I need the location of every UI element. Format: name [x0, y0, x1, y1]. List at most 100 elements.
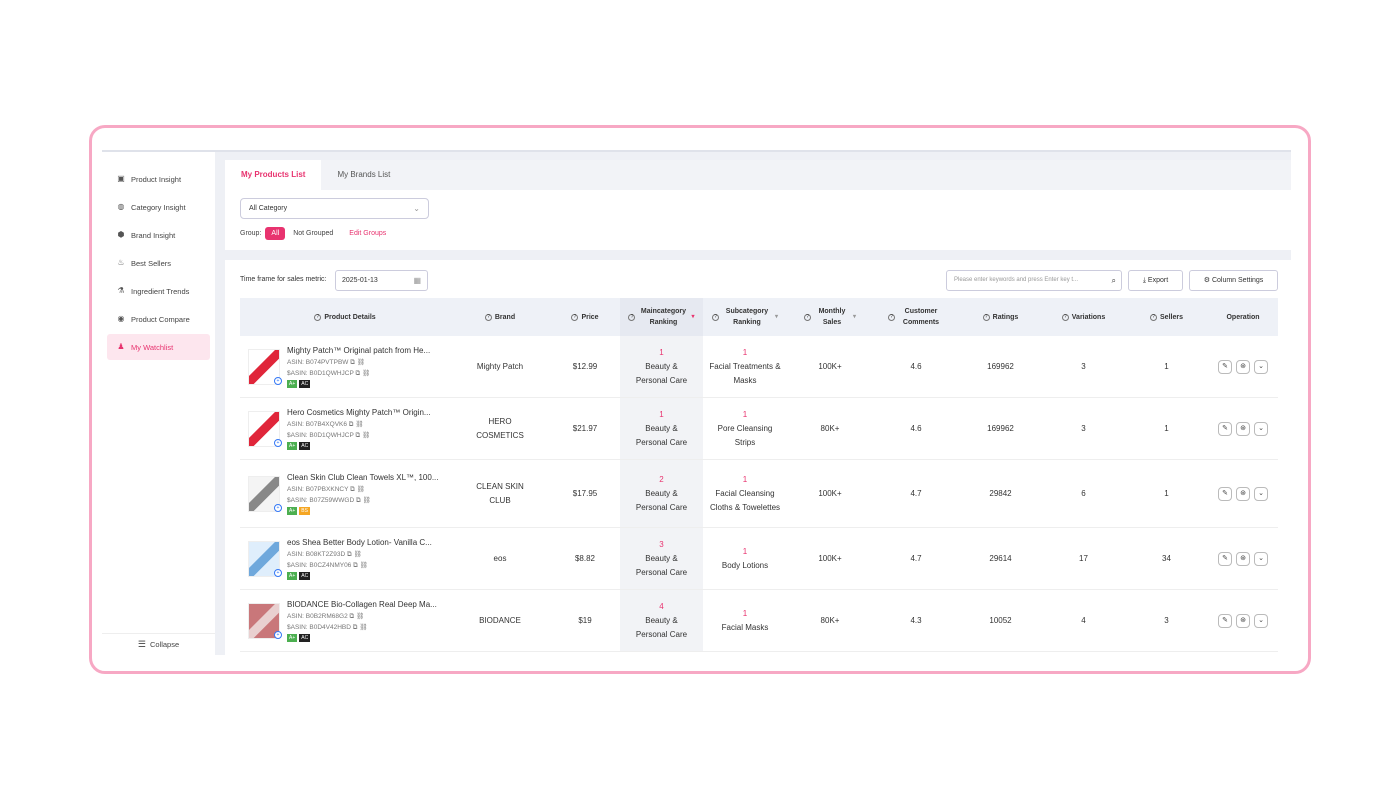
- product-icon: ▣: [117, 174, 125, 183]
- rank-category: Beauty & Personal Care: [635, 615, 688, 639]
- rank-number: 4: [659, 601, 664, 611]
- copy-icon[interactable]: ⧉: [350, 486, 355, 493]
- product-title[interactable]: Clean Skin Club Clean Towels XL™, 100...: [287, 472, 439, 484]
- product-thumbnail[interactable]: +: [248, 602, 282, 639]
- product-title[interactable]: Hero Cosmetics Mighty Patch™ Origin...: [287, 407, 431, 419]
- sidebar-item-best-sellers[interactable]: ♨ Best Sellers: [107, 250, 210, 276]
- zoom-icon[interactable]: +: [274, 438, 282, 447]
- chevron-down-icon[interactable]: ⌄: [1254, 551, 1268, 566]
- sort-icon[interactable]: ▾: [853, 312, 856, 323]
- product-title[interactable]: eos Shea Better Body Lotion- Vanilla C..…: [287, 537, 432, 549]
- chevron-down-icon[interactable]: ⌄: [1254, 359, 1268, 374]
- group-not-grouped-chip[interactable]: Not Grouped: [293, 230, 333, 237]
- copy-icon[interactable]: ⧉: [353, 624, 358, 631]
- sort-icon[interactable]: ▾: [775, 312, 778, 323]
- link-icon[interactable]: ⛓: [359, 624, 367, 631]
- col-monthly-sales[interactable]: ? Monthly Sales ▾: [787, 298, 873, 336]
- chevron-down-icon[interactable]: ⌄: [1254, 613, 1268, 628]
- product-title[interactable]: Mighty Patch™ Original patch from He...: [287, 345, 430, 357]
- col-brand: ? Brand: [450, 298, 550, 336]
- sidebar-item-product-compare[interactable]: ◉ Product Compare: [107, 306, 210, 332]
- table-row[interactable]: + Hero Cosmetics Mighty Patch™ Origin...…: [240, 398, 1278, 460]
- link-icon[interactable]: ⛓: [357, 486, 365, 493]
- zoom-icon[interactable]: +: [274, 568, 282, 577]
- col-maincategory-ranking[interactable]: ? Maincategory Ranking ▾: [620, 298, 703, 336]
- note-icon[interactable]: ✎: [1218, 486, 1232, 501]
- table-row[interactable]: + Clean Skin Club Clean Towels XL™, 100.…: [240, 460, 1278, 528]
- sidebar-item-my-watchlist[interactable]: ♟ My Watchlist: [107, 334, 210, 360]
- column-settings-button[interactable]: ⚙ Column Settings: [1189, 270, 1278, 291]
- group-icon[interactable]: ⊛: [1236, 486, 1250, 501]
- table-row[interactable]: + Mighty Patch™ Original patch from He..…: [240, 336, 1278, 398]
- copy-icon[interactable]: ⧉: [356, 370, 361, 377]
- rank-number: 3: [659, 539, 664, 549]
- note-icon[interactable]: ✎: [1218, 359, 1232, 374]
- note-icon[interactable]: ✎: [1218, 613, 1232, 628]
- help-icon: ?: [888, 313, 895, 321]
- maincategory-rank-cell: 1 Beauty & Personal Care: [620, 336, 703, 397]
- zoom-icon[interactable]: +: [274, 503, 282, 512]
- collapse-button[interactable]: ☰ Collapse: [102, 633, 215, 655]
- product-cell: + Hero Cosmetics Mighty Patch™ Origin...…: [240, 398, 450, 459]
- copy-icon[interactable]: ⧉: [356, 497, 361, 504]
- chevron-down-icon[interactable]: ⌄: [1254, 486, 1268, 501]
- link-icon[interactable]: ⛓: [353, 551, 361, 558]
- flask-icon: ⚗: [117, 286, 125, 295]
- link-icon[interactable]: ⛓: [362, 497, 370, 504]
- brand-cell: Mighty Patch: [476, 361, 524, 371]
- link-icon[interactable]: ⛓: [355, 421, 363, 428]
- export-button[interactable]: ⤓ Export: [1128, 270, 1183, 291]
- link-icon[interactable]: ⛓: [360, 562, 368, 569]
- search-input[interactable]: Please enter keywords and press Enter ke…: [946, 270, 1122, 291]
- monthly-sales-cell: 80K+: [820, 423, 840, 433]
- copy-icon[interactable]: ⧉: [353, 562, 358, 569]
- product-sasin: $ASIN: B0CZ4NMY06 ⧉ ⛓: [287, 562, 368, 569]
- link-icon[interactable]: ⛓: [356, 613, 364, 620]
- link-icon[interactable]: ⛓: [362, 432, 370, 439]
- product-thumbnail[interactable]: +: [248, 475, 282, 512]
- product-thumbnail[interactable]: +: [248, 540, 282, 577]
- group-icon[interactable]: ⊛: [1236, 421, 1250, 436]
- scrollbar[interactable]: [1287, 260, 1291, 655]
- sort-desc-icon[interactable]: ▾: [691, 312, 694, 323]
- sidebar-item-brand-insight[interactable]: ⬢ Brand Insight: [107, 222, 210, 248]
- product-title[interactable]: BIODANCE Bio-Collagen Real Deep Ma...: [287, 599, 437, 611]
- product-thumbnail[interactable]: +: [248, 410, 282, 447]
- rank-number: 1: [742, 347, 748, 357]
- zoom-icon[interactable]: +: [274, 630, 282, 639]
- price-cell: $17.95: [572, 488, 598, 498]
- link-icon[interactable]: ⛓: [362, 370, 370, 377]
- badge: A+: [287, 634, 298, 642]
- group-icon[interactable]: ⊛: [1236, 613, 1250, 628]
- table-row[interactable]: + eos Shea Better Body Lotion- Vanilla C…: [240, 528, 1278, 590]
- group-icon[interactable]: ⊛: [1236, 359, 1250, 374]
- sidebar-item-ingredient-trends[interactable]: ⚗ Ingredient Trends: [107, 278, 210, 304]
- tab-my-products-list[interactable]: My Products List: [225, 160, 322, 190]
- date-picker[interactable]: 2025-01-13 ▦: [335, 270, 428, 291]
- table-row[interactable]: + BIODANCE Bio-Collagen Real Deep Ma... …: [240, 590, 1278, 652]
- sidebar-item-category-insight[interactable]: ◍ Category Insight: [107, 194, 210, 220]
- copy-icon[interactable]: ⧉: [350, 359, 355, 366]
- zoom-icon[interactable]: +: [274, 376, 282, 385]
- customer-comments-cell: 4.3: [910, 615, 922, 625]
- edit-groups-link[interactable]: Edit Groups: [349, 230, 386, 237]
- tab-my-brands-list[interactable]: My Brands List: [321, 160, 406, 190]
- operation-cell: ✎ ⊛ ⌄: [1208, 336, 1278, 397]
- col-subcategory-ranking[interactable]: ? Subcategory Ranking ▾: [703, 298, 787, 336]
- copy-icon[interactable]: ⧉: [349, 421, 354, 428]
- note-icon[interactable]: ✎: [1218, 421, 1232, 436]
- search-icon[interactable]: ⌕: [1112, 271, 1116, 290]
- rank-category: Pore Cleansing Strips: [717, 423, 773, 447]
- link-icon[interactable]: ⛓: [357, 359, 365, 366]
- product-thumbnail[interactable]: +: [248, 348, 282, 385]
- group-icon[interactable]: ⊛: [1236, 551, 1250, 566]
- copy-icon[interactable]: ⧉: [356, 432, 361, 439]
- rank-number: 1: [742, 546, 748, 556]
- category-select[interactable]: All Category ⌄: [240, 198, 429, 219]
- copy-icon[interactable]: ⧉: [347, 551, 352, 558]
- group-all-chip[interactable]: All: [265, 227, 286, 240]
- chevron-down-icon[interactable]: ⌄: [1254, 421, 1268, 436]
- copy-icon[interactable]: ⧉: [350, 613, 355, 620]
- sidebar-item-product-insight[interactable]: ▣ Product Insight: [107, 166, 210, 192]
- note-icon[interactable]: ✎: [1218, 551, 1232, 566]
